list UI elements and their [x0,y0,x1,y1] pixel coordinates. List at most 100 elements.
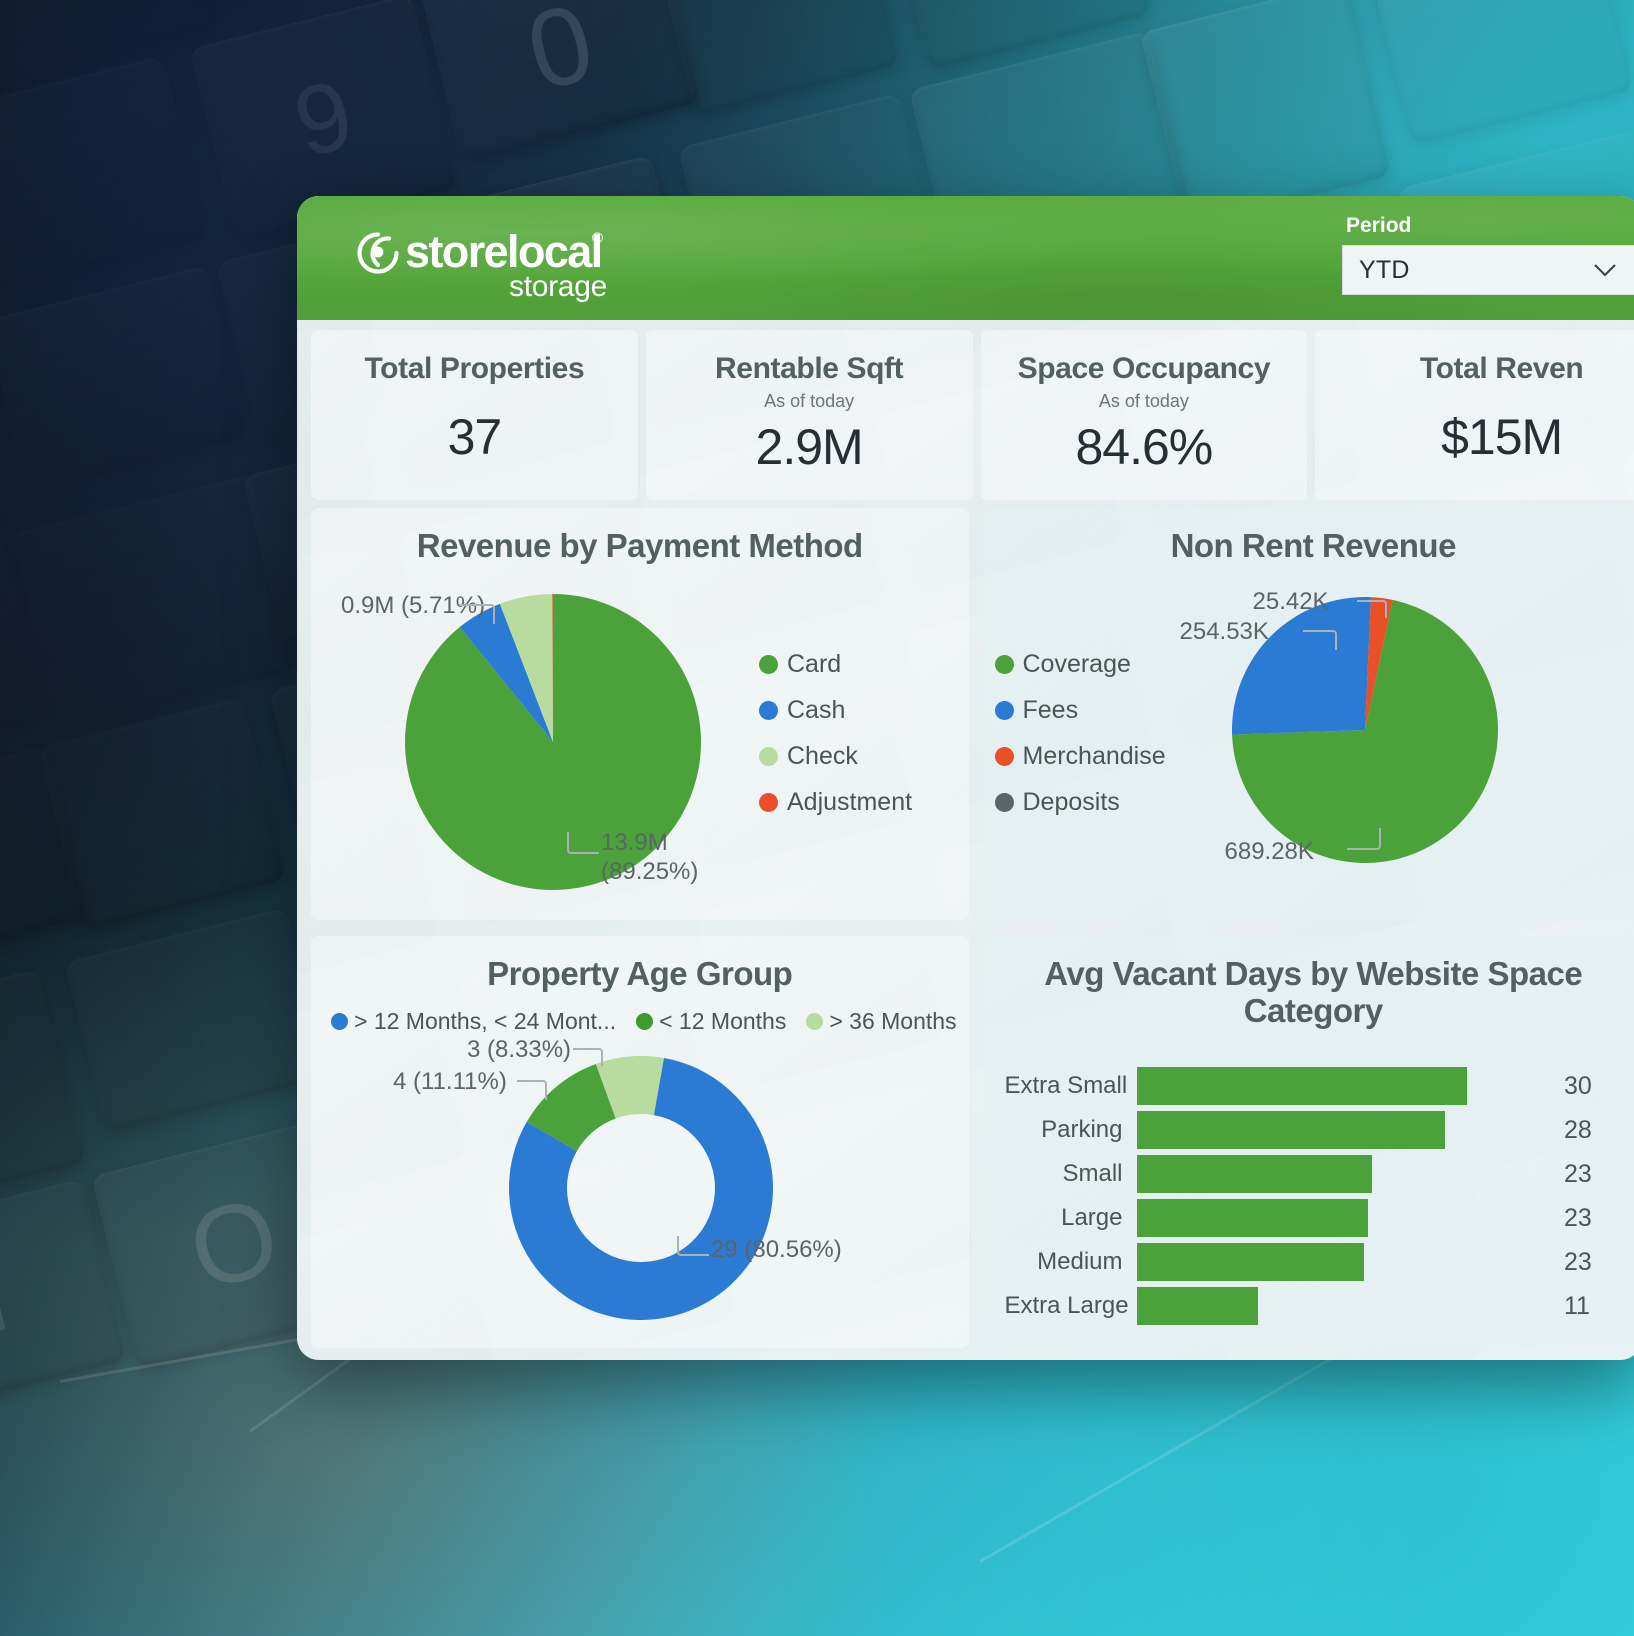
bar-value-label: 23 [1564,1159,1592,1188]
donut-label-12-months: 4 (11.11%) [393,1068,507,1095]
bar-value-label: 30 [1564,1071,1592,1100]
kpi-title: Total Properties [364,352,585,385]
donut-property-age-group: > 12 Months, < 24 Mont... < 12 Months > … [311,936,969,1348]
bar-value-label: 23 [1564,1203,1592,1232]
brand-subtitle: storage [509,270,607,303]
bar-row[interactable]: Medium 23 [1005,1240,1625,1284]
legend-label: > 36 Months [829,1008,957,1034]
bar-category-label: Parking [1041,1116,1123,1143]
pie-label-card-line1: 13.9M [601,829,668,856]
bar-track [1136,1287,1553,1325]
legend-label: Check [787,742,858,770]
legend-item[interactable]: Card [759,650,912,679]
kpi-subtitle: As of today [764,391,855,411]
legend-revenue-by-payment-method: Card Cash Check Adjustment [759,650,912,834]
bar-row[interactable]: Parking 28 [1005,1108,1625,1152]
bar-avg-vacant-days: Extra Small 30 Parking 28 Small 23 Large 23 Medi… [985,936,1634,1348]
bar-track [1136,1067,1553,1105]
kpi-value: 37 [447,409,503,465]
kpi-title: Space Occupancy [1017,352,1271,385]
pie-label-coverage: 689.28K [1224,838,1314,865]
bar-category-label: Small [1062,1160,1123,1187]
legend-color-swatch [759,747,778,766]
legend-item[interactable]: Deposits [994,788,1166,817]
legend-label: Card [787,650,842,678]
chart-card-non-rent-revenue[interactable]: Non Rent Revenue Coverage Fees Merchandi… [984,508,1634,920]
kpi-card-space-occupancy[interactable]: Space Occupancy As of today 84.6% [980,330,1308,500]
legend-label: Coverage [1022,650,1131,678]
leader-line [459,604,495,624]
legend-item[interactable]: Check [759,742,912,771]
kpi-value: $15M [1441,409,1563,465]
pie-label-card: 13.9M (89.25%) [601,828,698,887]
legend-color-swatch [994,655,1014,674]
bar-category-label: Large [1061,1204,1123,1231]
leader-line [1302,630,1337,650]
legend-color-swatch [759,701,778,720]
legend-color-swatch [994,747,1014,766]
bar-fill [1136,1287,1258,1325]
brand-registered-mark: ® [592,230,604,247]
legend-label: Adjustment [787,788,913,816]
legend-item[interactable]: > 12 Months, < 24 Mont... [331,1008,616,1035]
legend-color-swatch [759,655,778,674]
bar-value-label: 23 [1564,1247,1592,1276]
kpi-card-total-revenue[interactable]: Total Reven $15M [1315,330,1634,500]
period-select[interactable]: YTD [1342,245,1634,295]
storelocal-mark-icon [357,232,399,274]
legend-label: Cash [787,696,846,724]
pie-label-card-line2: (89.25%) [601,858,699,886]
leader-line [1356,600,1387,618]
legend-item[interactable]: Cash [759,696,912,725]
legend-item[interactable]: Merchandise [994,742,1166,771]
dashboard-header: storelocal ® storage Period YTD [297,196,1634,320]
bar-fill [1136,1243,1364,1281]
dashboard-surface: storelocal ® storage Period YTD Total Pr… [297,196,1634,1360]
bar-track [1136,1199,1553,1237]
bar-track [1136,1155,1553,1193]
legend-label: > 12 Months, < 24 Mont... [354,1008,617,1034]
legend-item[interactable]: Fees [994,696,1166,725]
chart-card-property-age-group[interactable]: Property Age Group > 12 Months, < 24 Mon… [311,936,969,1348]
bar-row[interactable]: Small 23 [1005,1152,1625,1196]
bar-fill [1136,1199,1368,1237]
legend-color-swatch [636,1013,654,1030]
bar-row[interactable]: Extra Large 11 [1005,1284,1625,1328]
donut-label-36-months: 3 (8.33%) [467,1036,572,1063]
bar-category-label: Medium [1037,1248,1123,1275]
legend-label: Merchandise [1022,742,1166,770]
pie-revenue-by-payment-method: 0.9M (5.71%) 13.9M (89.25%) Card Cash Ch… [311,508,969,920]
leader-line [573,1048,603,1066]
storelocal-logo: storelocal ® storage [357,216,617,304]
legend-item[interactable]: < 12 Months [636,1008,786,1035]
period-label: Period [1346,214,1412,237]
bar-value-label: 28 [1564,1115,1592,1144]
kpi-subtitle: As of today [1098,391,1189,411]
bar-row[interactable]: Large 23 [1005,1196,1625,1240]
period-filter: Period YTD [1342,214,1634,295]
chevron-down-icon [1592,260,1618,285]
bar-fill [1136,1155,1372,1193]
pie-label-fees: 254.53K [1179,618,1269,645]
bar-fill [1136,1111,1445,1149]
legend-item[interactable]: Coverage [994,650,1166,679]
legend-item[interactable]: > 36 Months [806,1008,957,1035]
chart-card-revenue-by-payment-method[interactable]: Revenue by Payment Method 0.9M (5.71%) 1… [311,508,969,920]
kpi-value: 2.9M [755,419,864,475]
kpi-row: Total Properties 37 Rentable Sqft As of … [311,330,1634,500]
period-selected-value: YTD [1359,255,1410,284]
kpi-card-rentable-sqft[interactable]: Rentable Sqft As of today 2.9M [645,330,973,500]
chart-card-avg-vacant-days[interactable]: Avg Vacant Days by Website Space Categor… [984,936,1634,1348]
dashboard-panel: storelocal ® storage Period YTD Total Pr… [297,196,1634,1360]
kpi-title: Total Reven [1419,352,1584,385]
legend-property-age-group: > 12 Months, < 24 Mont... < 12 Months > … [331,1008,969,1035]
pie-non-rent-revenue: Coverage Fees Merchandise Deposits 25.42… [985,508,1634,920]
bar-value-label: 11 [1564,1291,1590,1320]
legend-item[interactable]: Adjustment [759,788,912,817]
bar-category-label: Extra Small [1004,1072,1128,1099]
legend-color-swatch [331,1013,348,1030]
legend-color-swatch [759,793,778,812]
kpi-card-total-properties[interactable]: Total Properties 37 [311,330,638,500]
bar-row[interactable]: Extra Small 30 [1005,1064,1625,1108]
leader-line [677,1236,709,1256]
